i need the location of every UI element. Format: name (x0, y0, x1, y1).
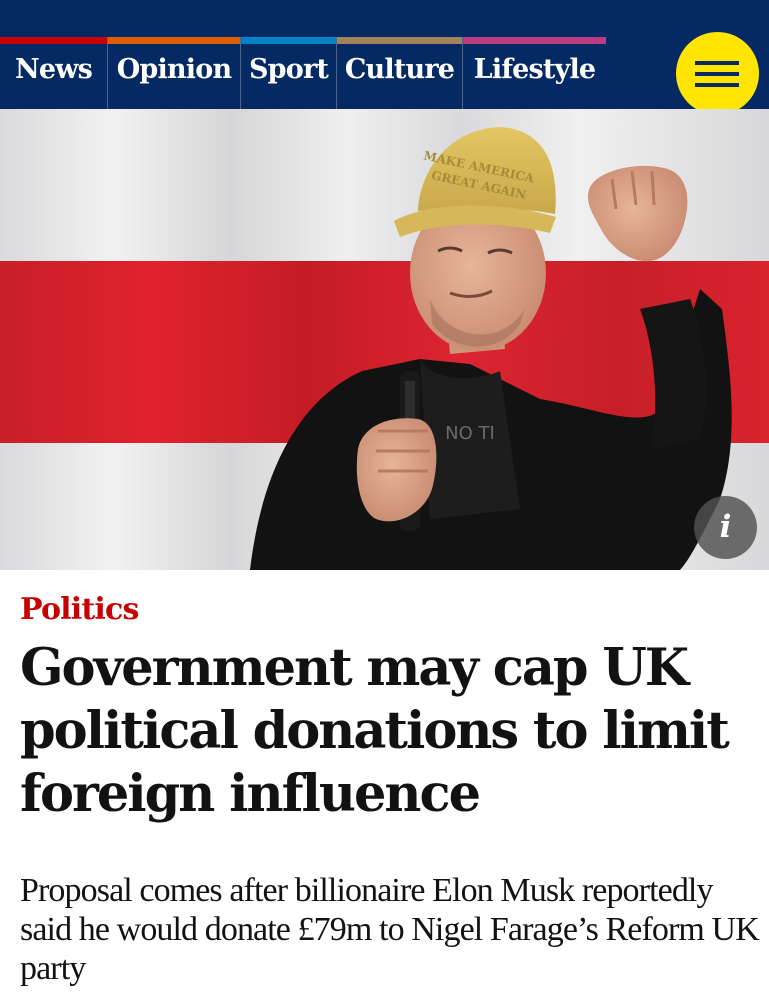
pillar-bar-culture (337, 37, 462, 44)
nav-item-lifestyle[interactable]: Lifestyle (463, 37, 606, 109)
nav-item-label: News (14, 54, 93, 85)
article-headline: Government may cap UK political donation… (20, 638, 730, 824)
nav-item-label: Sport (248, 54, 329, 85)
nav-item-news[interactable]: News (0, 37, 108, 109)
nav-item-label: Culture (344, 54, 455, 85)
pillar-bar-news (0, 37, 107, 44)
pillar-bar-lifestyle (463, 37, 606, 44)
nav-item-opinion[interactable]: Opinion (108, 37, 241, 109)
info-icon[interactable]: i (694, 496, 757, 559)
nav-item-label: Opinion (116, 54, 232, 85)
section-kicker[interactable]: Politics (20, 590, 139, 630)
hero-photo: MAKE AMERICA GREAT AGAIN NO TI (0, 109, 769, 570)
shirt-text: NO TI (445, 423, 495, 444)
pillar-nav: News Opinion Sport Culture Lifestyle (0, 37, 606, 109)
nav-item-label: Lifestyle (473, 54, 596, 85)
hamburger-menu-icon (695, 61, 739, 87)
menu-button[interactable] (676, 32, 759, 115)
pillar-bar-opinion (108, 37, 240, 44)
article-standfirst: Proposal comes after billionaire Elon Mu… (20, 872, 760, 987)
pillar-bar-sport (241, 37, 336, 44)
info-label: i (719, 509, 732, 545)
hero-image: MAKE AMERICA GREAT AGAIN NO TI (0, 109, 769, 570)
nav-item-sport[interactable]: Sport (241, 37, 337, 109)
site-header: News Opinion Sport Culture Lifestyle (0, 0, 769, 115)
nav-item-culture[interactable]: Culture (337, 37, 463, 109)
